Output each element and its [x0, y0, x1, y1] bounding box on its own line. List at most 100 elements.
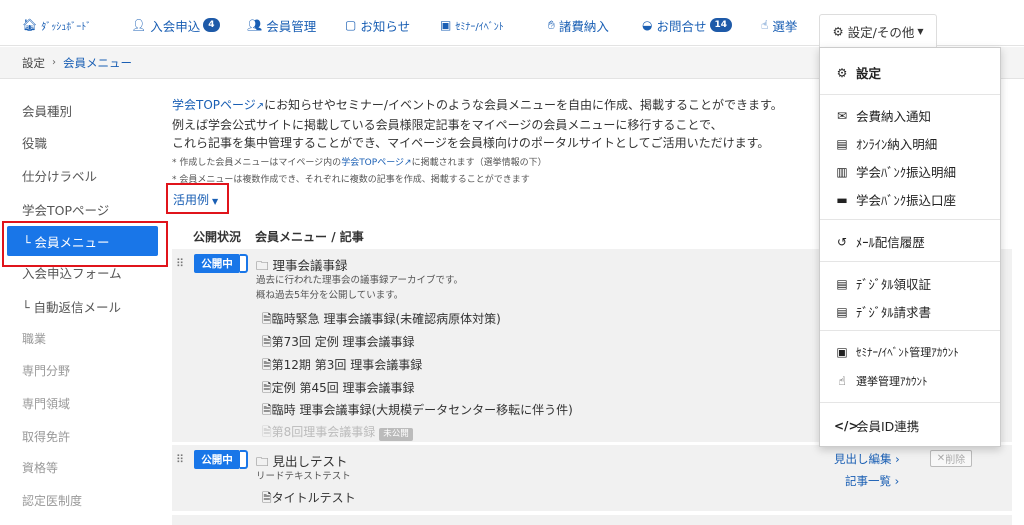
history-icon: ↺	[836, 234, 848, 249]
document-icon: 🗎︎	[262, 425, 272, 439]
presentation-icon: ▣	[440, 18, 452, 32]
menu-item-election-account[interactable]: ☝︎ 選挙管理ｱｶｳﾝﾄ	[834, 373, 928, 389]
sidebar-item-domain[interactable]: 専門領域	[0, 388, 160, 418]
article-item[interactable]: 🗎︎第12期 第3回 理事会議事録	[262, 356, 422, 377]
nav-seminars[interactable]: ▣ ｾﾐﾅｰ/ｲﾍﾞﾝﾄ	[440, 15, 504, 35]
article-item[interactable]: 🗎︎タイトルテスト	[262, 489, 356, 510]
article-item[interactable]: 🗎︎第73回 定例 理事会議事録	[262, 333, 415, 354]
menu-item-mail-history[interactable]: ↺ ﾒｰﾙ配信履歴	[834, 232, 925, 251]
hand-coin-icon: ✋︎	[548, 17, 555, 32]
nav-settings[interactable]: ⚙ 設定/その他 ▼	[819, 14, 937, 48]
nav-election[interactable]: ☝︎ 選挙	[761, 15, 797, 35]
sidebar-item-license[interactable]: 取得免許	[0, 421, 160, 451]
sidebar-item-auto-reply[interactable]: └ 自動返信メール	[0, 291, 160, 321]
sidebar-item-positions[interactable]: 役職	[0, 127, 160, 157]
article-item[interactable]: 🗎︎定例 第45回 理事会議事録	[262, 379, 415, 400]
sidebar-item-top-page[interactable]: 学会TOPページ	[0, 194, 160, 224]
receipt-icon: ▤	[836, 136, 848, 151]
sidebar-item-qualifications[interactable]: 資格等	[0, 452, 160, 482]
divider	[820, 261, 1000, 262]
menu-item-bank-detail[interactable]: ▥ 学会ﾊﾞﾝｸ振込明細	[834, 162, 956, 181]
menu-description: リードテキストテスト	[256, 469, 351, 484]
nav-notices[interactable]: ▢ お知らせ	[345, 15, 410, 35]
article-title: タイトルテスト	[271, 491, 356, 505]
menu-description: 過去に行われた理事会の議事録アーカイブです。 概ね過去5年分を公開しています。	[256, 273, 463, 303]
sidebar-item-labels[interactable]: 仕分けラベル	[0, 160, 160, 190]
article-list-link[interactable]: 記事一覧 ›	[845, 473, 899, 489]
menu-item-online-detail[interactable]: ▤ ｵﾝﾗｲﾝ納入明細	[834, 134, 937, 153]
article-item-draft[interactable]: 🗎︎第8回理事会議事録 未公開	[262, 423, 413, 444]
nav-settings-label: 設定/その他	[847, 25, 915, 40]
article-item[interactable]: 🗎︎臨時緊急 理事会議事録(未確認病原体対策)	[262, 310, 501, 331]
drag-handle-icon[interactable]: ⠿	[176, 453, 184, 466]
menu-item-label: 会費納入通知	[856, 109, 932, 124]
menu-item-invoice[interactable]: ▤ ﾃﾞｼﾞﾀﾙ請求書	[834, 302, 931, 321]
nav-applications-label: 入会申込	[150, 18, 201, 34]
breadcrumb-current[interactable]: 会員メニュー	[63, 55, 132, 71]
menu-item-settings[interactable]: ⚙ 設定	[834, 63, 881, 82]
menu-item-label: 選挙管理ｱｶｳﾝﾄ	[856, 375, 928, 388]
menu-item-label: 設定	[856, 66, 882, 81]
sidebar-item-member-types[interactable]: 会員種別	[0, 95, 160, 125]
nav-inquiries[interactable]: ◒ お問合せ 14	[642, 15, 733, 35]
menu-item-label: 会員ID連携	[856, 419, 920, 434]
draft-badge: 未公開	[379, 428, 413, 441]
menu-item-seminar-account[interactable]: ▣ ｾﾐﾅｰ/ｲﾍﾞﾝﾄ管理ｱｶｳﾝﾄ	[834, 344, 958, 360]
menu-item-bank-account[interactable]: ▬ 学会ﾊﾞﾝｸ振込口座	[834, 190, 956, 209]
drag-handle-icon[interactable]: ⠿	[176, 257, 184, 270]
table-row	[172, 515, 1012, 525]
col-menu: 会員メニュー / 記事	[255, 230, 364, 244]
document-icon: 🗎︎	[262, 491, 272, 505]
caret-down-icon: ▼	[212, 197, 219, 206]
usage-dropdown[interactable]: 活用例 ▼	[173, 191, 218, 208]
nav-members-label: 会員管理	[266, 18, 317, 34]
article-item[interactable]: 🗎︎臨時 理事会議事録(大規模データセンター移転に伴う件)	[262, 401, 573, 422]
top-page-link[interactable]: 学会TOPページ	[172, 98, 256, 112]
nav-applications[interactable]: 👤︎ 入会申込 4	[131, 15, 220, 35]
intro-line-1-text: にお知らせやセミナー/イベントのような会員メニューを自由に作成、掲載することがで…	[264, 98, 783, 112]
caret-down-icon: ▼	[917, 27, 924, 36]
menu-item-label: ｵﾝﾗｲﾝ納入明細	[856, 137, 938, 152]
intro-line-3: これら記事を集中管理することができ、マイページを会員様向けのポータルサイトとして…	[172, 136, 770, 150]
divider	[820, 402, 1000, 403]
nav-fees[interactable]: ✋︎ 諸費納入	[548, 15, 609, 35]
menu-item-receipt[interactable]: ▤ ﾃﾞｼﾞﾀﾙ領収証	[834, 274, 931, 293]
close-icon: ✕	[936, 453, 946, 464]
nav-dashboard[interactable]: 🏠︎ ﾀﾞｯｼｭﾎﾞｰﾄﾞ	[22, 15, 91, 35]
status-toggle[interactable]	[240, 450, 248, 469]
nav-seminars-label: ｾﾐﾅｰ/ｲﾍﾞﾝﾄ	[455, 21, 504, 33]
menu-item-member-id[interactable]: </> 会員ID連携	[834, 416, 919, 435]
table-header: 公開状況 会員メニュー / 記事	[193, 228, 364, 245]
article-title: 第8回理事会議事録	[271, 425, 376, 439]
note-2: * 会員メニューは複数作成でき、それぞれに複数の記事を作成、掲載することができま…	[172, 175, 530, 185]
article-title: 臨時緊急 理事会議事録(未確認病原体対策)	[271, 312, 501, 326]
breadcrumb-root[interactable]: 設定	[22, 55, 45, 71]
document-icon: 🗎︎	[262, 358, 272, 372]
status-badge[interactable]: 公開中	[194, 450, 240, 469]
menu-item-fee-notice[interactable]: ✉ 会費納入通知	[834, 106, 931, 125]
note-1-post: に掲載されます（選挙情報の下）	[411, 158, 547, 168]
sidebar-item-specialty[interactable]: 専門分野	[0, 355, 160, 385]
status-badge[interactable]: 公開中	[194, 254, 240, 273]
gear-icon: ⚙	[832, 24, 844, 39]
nav-dashboard-label: ﾀﾞｯｼｭﾎﾞｰﾄﾞ	[41, 21, 92, 33]
article-title: 第12期 第3回 理事会議事録	[271, 358, 423, 372]
edit-heading-link[interactable]: 見出し編集 ›	[834, 451, 900, 467]
gear-icon: ⚙	[836, 65, 848, 80]
note-1-link[interactable]: 学会TOPページ	[341, 158, 404, 168]
nav-members[interactable]: 👥︎ 会員管理	[247, 15, 316, 35]
sidebar-item-occupation[interactable]: 職業	[0, 323, 160, 353]
document-icon: 🗎︎	[262, 381, 272, 395]
home-icon: 🏠︎	[22, 18, 38, 32]
breadcrumb-separator: ›	[52, 57, 56, 68]
external-link-icon: ↗	[255, 101, 265, 112]
delete-label: 削除	[945, 455, 966, 466]
sidebar-item-certification[interactable]: 認定医制度	[0, 485, 160, 515]
clipboard-icon: ▢	[345, 18, 357, 32]
note-1-pre: * 作成した会員メニューはマイページ内の	[172, 158, 342, 168]
nav-notices-label: お知らせ	[360, 18, 411, 34]
delete-button[interactable]: ✕ 削除	[930, 450, 972, 467]
invoice-icon: ▥	[836, 164, 848, 179]
nav-inquiries-label: お問合せ	[656, 18, 707, 34]
status-toggle[interactable]	[240, 254, 248, 273]
